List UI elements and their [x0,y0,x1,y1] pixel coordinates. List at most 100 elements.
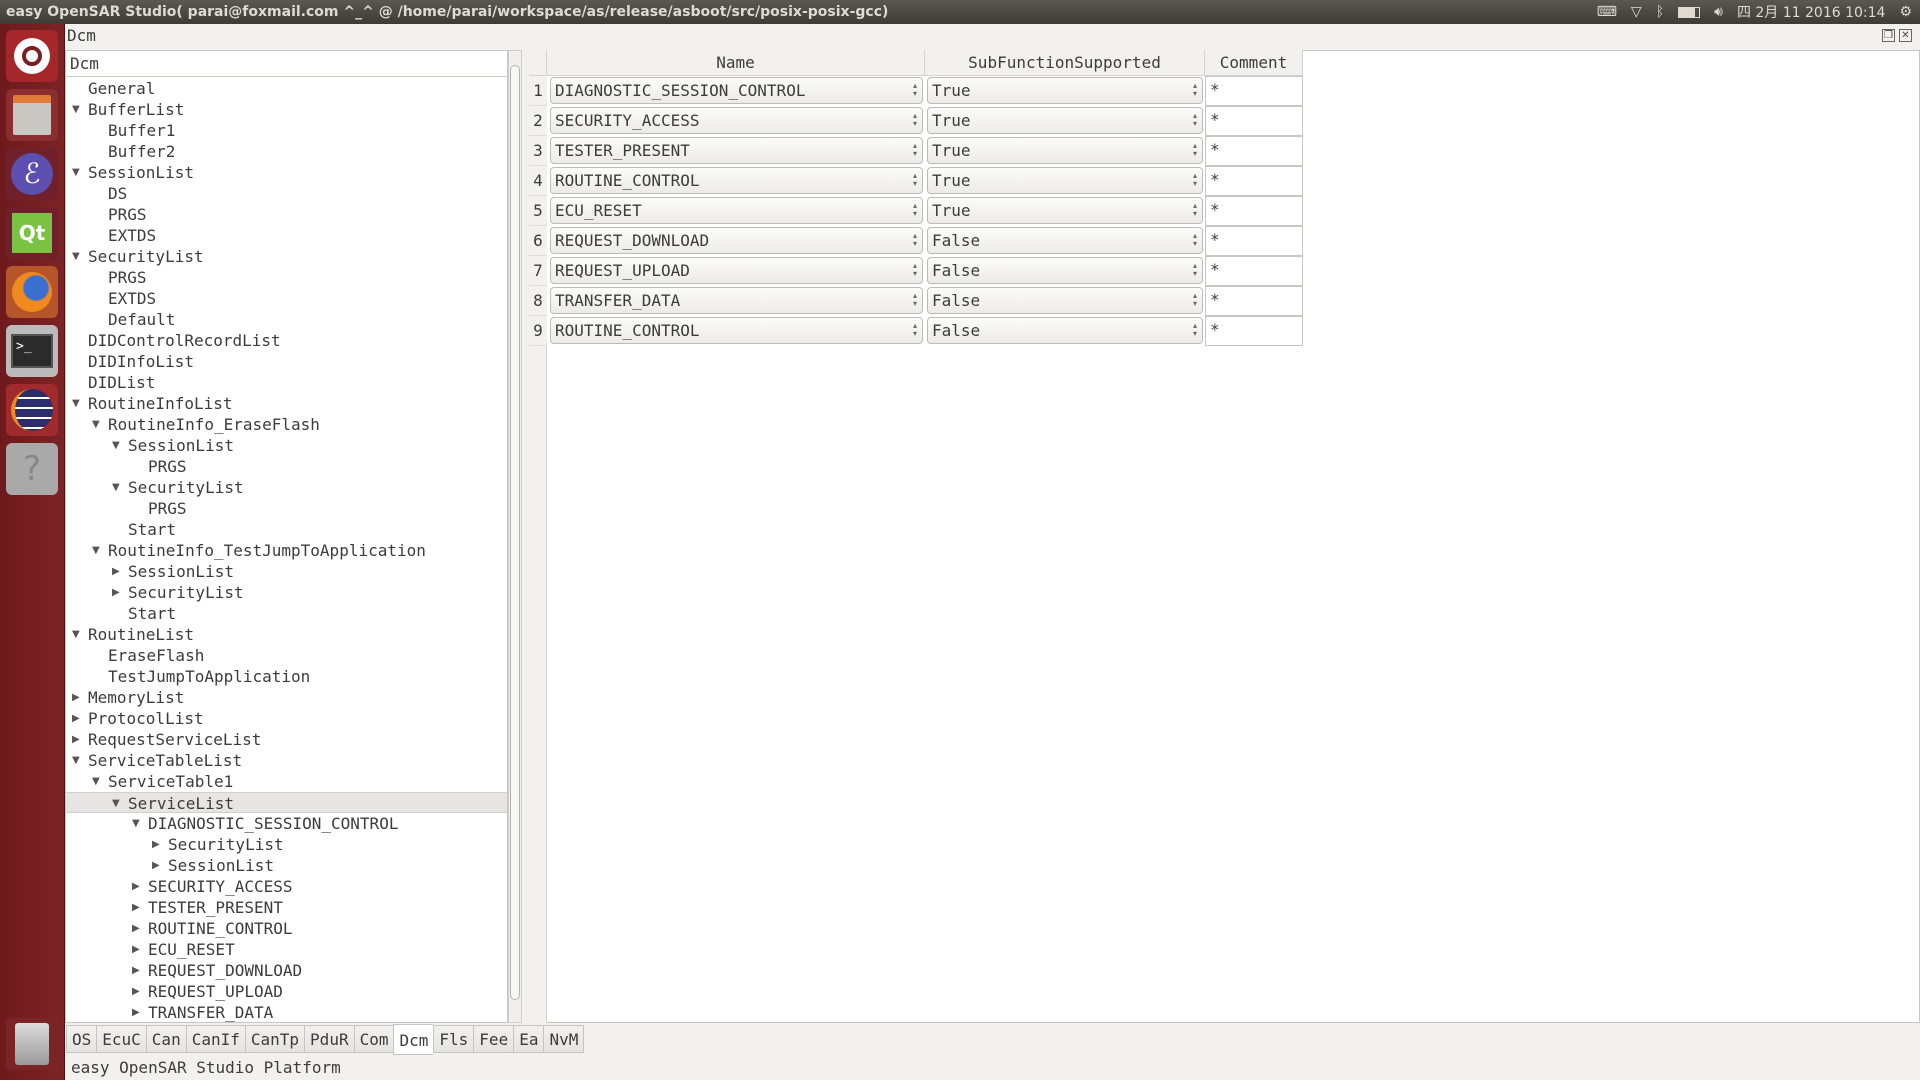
collapsed-arrow-icon[interactable]: ▶ [132,876,140,897]
comment-field[interactable]: * [1205,226,1303,256]
row-number[interactable]: 7 [529,256,547,286]
tree-item[interactable]: EraseFlash [66,645,507,666]
comment-field[interactable]: * [1205,106,1303,136]
tree-item[interactable]: ▶ TRANSFER_DATA [66,1002,507,1022]
tree-item[interactable]: Buffer1 [66,120,507,141]
row-number[interactable]: 9 [529,316,547,346]
spinner-arrows-icon[interactable]: ▴ ▾ [1193,292,1197,308]
collapsed-arrow-icon[interactable]: ▶ [72,708,80,729]
trash-icon[interactable] [6,1018,58,1070]
tab-ecuc[interactable]: EcuC [96,1025,146,1053]
collapsed-arrow-icon[interactable]: ▶ [132,918,140,939]
name-combobox[interactable]: DIAGNOSTIC_SESSION_CONTROL ▴ ▾ [550,77,923,104]
expanded-arrow-icon[interactable]: ▼ [92,771,100,792]
wifi-icon[interactable]: ▽ [1631,4,1642,20]
tree-item[interactable]: ▼ SecurityList [66,246,507,267]
column-header-subfunctionsupported[interactable]: SubFunctionSupported [925,50,1205,76]
spinner-arrows-icon[interactable]: ▴ ▾ [913,322,917,338]
tree-item[interactable]: ▶ SessionList [66,855,507,876]
tab-ea[interactable]: Ea [513,1025,544,1053]
tree-item[interactable]: ▶ SecurityList [66,834,507,855]
comment-field[interactable]: * [1205,136,1303,166]
tree-item[interactable]: ▶ REQUEST_DOWNLOAD [66,960,507,981]
tree-item[interactable]: ▶ ROUTINE_CONTROL [66,918,507,939]
tree-item[interactable]: ▶ TESTER_PRESENT [66,897,507,918]
name-combobox[interactable]: ECU_RESET ▴ ▾ [550,197,923,224]
spinner-arrows-icon[interactable]: ▴ ▾ [913,292,917,308]
tree-item[interactable]: ▼ SecurityList [66,477,507,498]
tree-item[interactable]: PRGS [66,204,507,225]
comment-field[interactable]: * [1205,286,1303,316]
scrollbar-thumb[interactable] [510,65,520,1000]
tree-item[interactable]: PRGS [66,498,507,519]
tree-scrollbar[interactable] [508,50,522,1023]
expanded-arrow-icon[interactable]: ▼ [92,414,100,435]
expanded-arrow-icon[interactable]: ▼ [72,393,80,414]
tree-item[interactable]: ▼ RoutineInfoList [66,393,507,414]
tree-item[interactable]: ▶ SecurityList [66,582,507,603]
tab-cantp[interactable]: CanTp [244,1025,305,1053]
spinner-arrows-icon[interactable]: ▴ ▾ [913,142,917,158]
tab-canif[interactable]: CanIf [185,1025,245,1053]
comment-field[interactable]: * [1205,316,1303,346]
tab-os[interactable]: OS [66,1025,97,1053]
tree-item[interactable]: ▼ RoutineInfo_TestJumpToApplication [66,540,507,561]
terminal-icon[interactable]: >_ [6,325,58,377]
comment-field[interactable]: * [1205,166,1303,196]
tree-item[interactable]: ▼ BufferList [66,99,507,120]
tree-item[interactable]: General [66,78,507,99]
spinner-arrows-icon[interactable]: ▴ ▾ [1193,322,1197,338]
expanded-arrow-icon[interactable]: ▼ [72,162,80,183]
collapsed-arrow-icon[interactable]: ▶ [132,981,140,1002]
tree-item[interactable]: ▶ ProtocolList [66,708,507,729]
name-combobox[interactable]: SECURITY_ACCESS ▴ ▾ [550,107,923,134]
tree-item[interactable]: ▶ REQUEST_UPLOAD [66,981,507,1002]
collapsed-arrow-icon[interactable]: ▶ [132,1002,140,1022]
tab-fee[interactable]: Fee [473,1025,514,1053]
expanded-arrow-icon[interactable]: ▼ [112,477,120,498]
name-combobox[interactable]: TRANSFER_DATA ▴ ▾ [550,287,923,314]
name-combobox[interactable]: ROUTINE_CONTROL ▴ ▾ [550,317,923,344]
row-number[interactable]: 6 [529,226,547,256]
tree-item[interactable]: ▼ RoutineList [66,624,507,645]
spinner-arrows-icon[interactable]: ▴ ▾ [913,112,917,128]
expanded-arrow-icon[interactable]: ▼ [72,99,80,120]
tree-item[interactable]: EXTDS [66,288,507,309]
spinner-arrows-icon[interactable]: ▴ ▾ [1193,202,1197,218]
collapsed-arrow-icon[interactable]: ▶ [132,939,140,960]
name-combobox[interactable]: ROUTINE_CONTROL ▴ ▾ [550,167,923,194]
expanded-arrow-icon[interactable]: ▼ [92,540,100,561]
name-combobox[interactable]: REQUEST_DOWNLOAD ▴ ▾ [550,227,923,254]
tab-com[interactable]: Com [353,1025,394,1053]
comment-field[interactable]: * [1205,256,1303,286]
files-icon[interactable] [6,89,58,141]
subfunction-combobox[interactable]: False ▴ ▾ [927,287,1203,314]
restore-icon[interactable]: ❐ [1882,29,1895,42]
spinner-arrows-icon[interactable]: ▴ ▾ [1193,232,1197,248]
tree-item[interactable]: EXTDS [66,225,507,246]
collapsed-arrow-icon[interactable]: ▶ [72,729,80,750]
tab-nvm[interactable]: NvM [543,1025,585,1053]
qt-creator-icon[interactable]: Qt [6,207,58,259]
tree-item[interactable]: Start [66,519,507,540]
expanded-arrow-icon[interactable]: ▼ [72,624,80,645]
row-number[interactable]: 1 [529,76,547,106]
tree-item[interactable]: TestJumpToApplication [66,666,507,687]
subfunction-combobox[interactable]: True ▴ ▾ [927,167,1203,194]
tree-item[interactable]: Default [66,309,507,330]
collapsed-arrow-icon[interactable]: ▶ [152,855,160,876]
collapsed-arrow-icon[interactable]: ▶ [132,897,140,918]
config-tree[interactable]: Dcm General ▼ BufferList Buffer1 Buffer2 ▼ Ses… [65,50,508,1023]
tab-fls[interactable]: Fls [433,1025,474,1053]
tree-item[interactable]: ▶ RequestServiceList [66,729,507,750]
tree-item[interactable]: ▶ ECU_RESET [66,939,507,960]
comment-field[interactable]: * [1205,196,1303,226]
spinner-arrows-icon[interactable]: ▴ ▾ [1193,142,1197,158]
spinner-arrows-icon[interactable]: ▴ ▾ [1193,112,1197,128]
subfunction-combobox[interactable]: True ▴ ▾ [927,137,1203,164]
row-number[interactable]: 5 [529,196,547,226]
collapsed-arrow-icon[interactable]: ▶ [112,561,120,582]
expanded-arrow-icon[interactable]: ▼ [112,793,120,814]
settings-gear-icon[interactable]: ⚙ [1899,4,1912,20]
eclipse-icon[interactable] [6,384,58,436]
